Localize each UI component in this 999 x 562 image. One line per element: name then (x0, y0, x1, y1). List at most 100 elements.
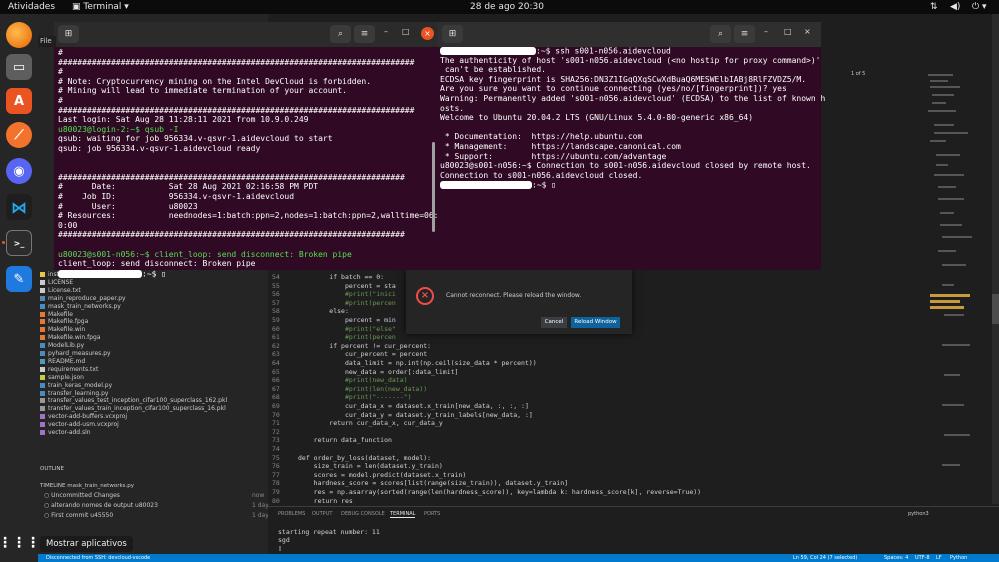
file-item[interactable]: Makefile.fpga (40, 318, 88, 325)
terminal-icon[interactable]: >_ (6, 230, 32, 256)
file-item[interactable]: main_reproduce_paper.py (40, 295, 126, 302)
vscode-icon[interactable]: ⋈ (6, 194, 32, 220)
code-line[interactable]: hardness_score = scores[list(range(size_… (298, 479, 568, 488)
language-mode[interactable]: Python (950, 555, 967, 561)
code-line[interactable]: new_data = order[:data_limit] (298, 368, 459, 377)
close-icon[interactable]: × (421, 27, 434, 40)
minimap[interactable] (868, 14, 999, 504)
file-item[interactable]: ModelLib.py (40, 342, 84, 349)
code-line[interactable]: #print("-------") (298, 393, 412, 402)
new-tab-icon[interactable]: ⊞ (58, 25, 79, 43)
code-line[interactable]: else: (298, 307, 349, 316)
remote-status[interactable]: Disconnected from SSH: devcloud-vscode (46, 555, 150, 561)
show-apps-icon[interactable]: ⋮⋮⋮ (0, 530, 40, 556)
minimize-icon[interactable]: – (384, 27, 388, 36)
file-item[interactable]: vector-add.sln (40, 429, 91, 436)
code-line[interactable]: return cur_data_x, cur_data_y (298, 419, 443, 428)
menu-icon[interactable]: ≡ (734, 25, 755, 43)
software-icon[interactable]: A (6, 88, 32, 114)
menu-icon[interactable]: ≡ (354, 25, 375, 43)
timeline-item[interactable]: ○ alterando nomes de output u80023 1 day (44, 502, 269, 509)
file-item[interactable]: Makefile.win.fpga (40, 334, 101, 341)
code-line[interactable]: #print(percen (298, 333, 396, 342)
code-line[interactable]: return res (298, 497, 353, 506)
file-item[interactable]: sample.json (40, 374, 84, 381)
file-item[interactable]: mask_train_networks.py (40, 303, 121, 310)
code-line[interactable]: #print(len(new_data)) (298, 385, 427, 394)
code-line[interactable]: #print(percen (298, 299, 396, 308)
code-line[interactable]: scores = model.predict(dataset.x_train) (298, 471, 467, 480)
file-item[interactable]: transfer_values_test_inception_cifar100_… (40, 397, 227, 404)
file-item[interactable]: vector-add-usm.vcxproj (40, 421, 119, 428)
file-item[interactable]: Makefile (40, 311, 73, 318)
app-menu[interactable]: ▣ Terminal ▾ (72, 1, 129, 13)
new-tab-icon[interactable]: ⊞ (442, 25, 463, 43)
encoding[interactable]: UTF-8 (915, 555, 930, 561)
timeline-item[interactable]: ○ Uncommitted Changes now (44, 492, 264, 499)
code-line[interactable]: #print(new_data) (298, 376, 408, 385)
file-item[interactable]: README.md (40, 358, 85, 365)
maximize-icon[interactable]: □ (784, 27, 792, 36)
code-line[interactable]: size_train = len(dataset.y_train) (298, 462, 443, 471)
postman-icon[interactable]: ⟋ (6, 122, 32, 148)
file-item[interactable]: transfer_learning.py (40, 390, 108, 397)
outline-header[interactable]: OUTLINE (40, 466, 64, 472)
tab-output[interactable]: OUTPUT (312, 511, 332, 517)
code-line[interactable]: cur_percent = percent (298, 350, 427, 359)
eol[interactable]: LF (936, 555, 942, 561)
code-line[interactable]: #print("inici (298, 290, 396, 299)
code-line[interactable]: return data_function (298, 436, 392, 445)
search-icon[interactable]: ⌕ (330, 25, 351, 43)
file-item[interactable]: Makefile.win (40, 326, 85, 333)
clock[interactable]: 28 de ago 20:30 (470, 1, 544, 13)
tab-debug-console[interactable]: DEBUG CONSOLE (341, 511, 385, 517)
indentation[interactable]: Spaces: 4 (884, 555, 908, 561)
file-item[interactable]: transfer_values_train_inception_cifar100… (40, 405, 226, 412)
cancel-button[interactable]: Cancel (541, 317, 567, 328)
code-line[interactable]: #print("else" (298, 325, 396, 334)
text-editor-icon[interactable]: ✎ (6, 266, 32, 292)
file-item[interactable]: License.txt (40, 287, 81, 294)
files-icon[interactable]: ▭ (6, 54, 32, 80)
timeline-item[interactable]: ○ First commit u45550 1 day (44, 512, 269, 519)
line-number: 61 (272, 333, 280, 342)
file-item[interactable]: LICENSE (40, 279, 73, 286)
file-item[interactable]: pyhard_measures.py (40, 350, 111, 357)
terminal-window-right[interactable]: ⊞ ⌕ ≡ – □ × :~$ ssh s001-n056.aidevcloud… (438, 22, 825, 270)
terminal-shell-selector[interactable]: python3 (908, 511, 929, 517)
file-item[interactable]: vector-add-buffers.vcxproj (40, 413, 127, 420)
code-line[interactable]: data_limit = np.int(np.ceil(size_data * … (298, 359, 537, 368)
code-line[interactable]: cur_data_y = dataset.y_train_labels[new_… (298, 411, 533, 420)
terminal-left-scrollbar[interactable] (432, 142, 435, 232)
code-line[interactable]: cur_data_x = dataset.x_train[new_data, :… (298, 402, 529, 411)
code-line[interactable]: def order_by_loss(dataset, model): (298, 454, 431, 463)
terminal-window-left[interactable]: ⊞ ⌕ ≡ – □ × # ###########################… (54, 22, 443, 278)
reload-window-button[interactable]: Reload Window (571, 317, 620, 328)
code-line[interactable]: res = np.asarray(sorted(range(len(hardne… (298, 488, 701, 497)
code-line[interactable]: percent = min (298, 316, 396, 325)
status-bar: Disconnected from SSH: devcloud-vscode L… (38, 554, 999, 562)
firefox-icon[interactable] (6, 22, 32, 48)
cursor-position[interactable]: Ln 59, Col 24 (7 selected) (793, 555, 857, 561)
search-icon[interactable]: ⌕ (710, 25, 731, 43)
timeline-header[interactable]: TIMELINE mask_train_networks.py (40, 483, 134, 489)
activities-button[interactable]: Atividades (8, 1, 55, 13)
minimize-icon[interactable]: – (764, 27, 768, 36)
code-line[interactable]: if batch == 0: (298, 273, 384, 282)
maximize-icon[interactable]: □ (402, 27, 410, 36)
file-item[interactable]: train_keras_model.py (40, 382, 112, 389)
file-item[interactable]: requirements.txt (40, 366, 98, 373)
terminal-line: can't be established. (440, 66, 546, 74)
network-icon[interactable]: ⇅ (930, 1, 938, 13)
code-line[interactable]: if percent != cur_percent: (298, 342, 431, 351)
tab-terminal[interactable]: TERMINAL (390, 511, 416, 518)
tab-ports[interactable]: PORTS (424, 511, 440, 517)
vscode-file-menu[interactable]: File (38, 36, 56, 47)
close-icon[interactable]: × (804, 27, 811, 36)
discord-icon[interactable]: ◉ (6, 158, 32, 184)
code-line[interactable]: percent = sta (298, 282, 396, 291)
volume-icon[interactable]: ◀) (950, 1, 960, 13)
power-icon[interactable]: ⏻ ▾ (972, 1, 987, 13)
terminal-line-text: # (58, 48, 63, 57)
tab-problems[interactable]: PROBLEMS (278, 511, 305, 517)
